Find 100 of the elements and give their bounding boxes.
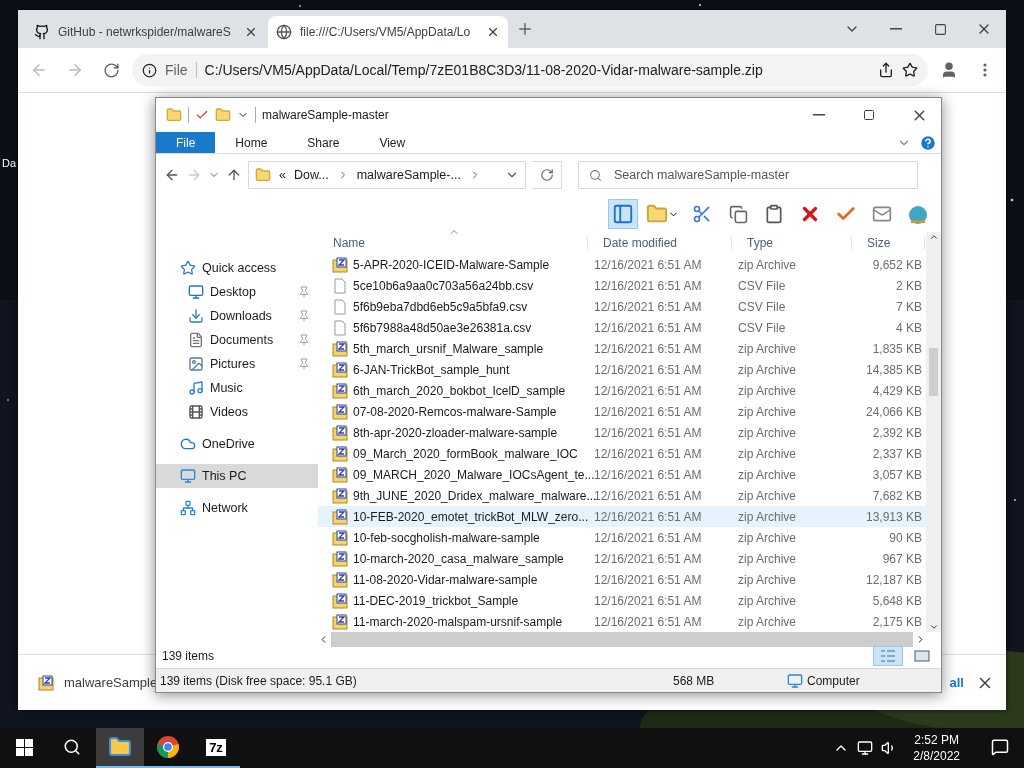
file-name: 5f6b9eba7dbd6eb5c9a5bfa9.csv xyxy=(353,299,528,314)
search-field[interactable]: Search malwareSample-master xyxy=(578,161,918,189)
nav-item[interactable]: This PC xyxy=(156,464,318,488)
file-row[interactable]: 09_MARCH_2020_Malware_IOCsAgent_te...12/16/2021 6:51 AM zip Archive 3,057 KB xyxy=(318,464,926,485)
nav-item[interactable]: Music xyxy=(156,376,318,400)
type-cell-text: zip Archive xyxy=(737,257,798,272)
file-name: 10-feb-socgholish-malware-sample xyxy=(353,530,540,545)
size-cell-text: 2,175 KB xyxy=(871,614,923,629)
file-row[interactable]: 5f6b9eba7dbd6eb5c9a5bfa9.csv 12/16/2021 6:51 AM CSV File 7 KB xyxy=(318,296,926,317)
zip-file-icon xyxy=(332,550,348,567)
column-header[interactable]: Date modified xyxy=(588,236,732,250)
date-cell-text: 12/16/2021 6:51 AM xyxy=(593,404,703,419)
size-cell-text: 2,392 KB xyxy=(871,425,923,440)
file-name: 10-FEB-2020_emotet_trickBot_MLW_zero... xyxy=(353,509,589,524)
minimize-icon xyxy=(813,114,825,116)
file-row[interactable]: 10-FEB-2020_emotet_trickBot_MLW_zero... 12/16/2021 6:51 AM zip Archive 13,913 KB xyxy=(318,506,926,527)
file-row[interactable]: 11-08-2020-Vidar-malware-sample 12/16/2021 6:51 AM zip Archive 12,187 KB xyxy=(318,569,926,590)
file-row[interactable]: 10-march-2020_casa_malware_sample 12/16/2021 6:51 AM zip Archive 967 KB xyxy=(318,548,926,569)
column-header[interactable]: Type xyxy=(732,236,852,250)
network-icon[interactable] xyxy=(857,740,874,756)
download-item-name[interactable]: malwareSample xyxy=(64,675,158,690)
file-row[interactable]: 9th_JUNE_2020_Dridex_malware_malware...12/16/2021 6:51 AM zip Archive 7,682 KB xyxy=(318,485,926,506)
file-row[interactable]: 8th-apr-2020-zloader-malware-sample 12/16/2021 6:51 AM zip Archive 2,392 KB xyxy=(318,422,926,443)
file-row[interactable]: 11-DEC-2019_trickbot_Sample 12/16/2021 6:51 AM zip Archive 5,648 KB xyxy=(318,590,926,611)
help-icon[interactable] xyxy=(919,133,937,152)
size-cell-text: 4,429 KB xyxy=(871,383,923,398)
date-cell-text: 12/16/2021 6:51 AM xyxy=(593,530,703,545)
show-all-link[interactable]: all xyxy=(949,675,964,690)
back-icon[interactable] xyxy=(164,167,180,183)
nav-item[interactable]: Desktop xyxy=(156,280,318,304)
refresh-button[interactable] xyxy=(532,161,562,189)
scissors-icon xyxy=(692,204,712,224)
nav-item[interactable]: OneDrive xyxy=(156,432,318,456)
nav-item[interactable]: Network xyxy=(156,496,318,520)
scrollbar-thumb[interactable] xyxy=(929,348,938,396)
date-cell-text: 12/16/2021 6:51 AM xyxy=(593,425,703,440)
folder-icon xyxy=(166,107,182,123)
ribbon-tab[interactable]: Home xyxy=(215,132,288,153)
close-icon[interactable] xyxy=(486,25,500,39)
zip-file-icon xyxy=(332,466,348,483)
nav-item[interactable]: Downloads xyxy=(156,304,318,328)
address-bar[interactable]: File C:/Users/VM5/AppData/Local/Temp/7zE01B8C3D3/11-08-2020-Vidar-malware-sample.zip xyxy=(132,54,928,86)
star-icon xyxy=(180,260,196,276)
back-icon xyxy=(30,61,48,79)
size-cell-text: 13,913 KB xyxy=(864,509,923,524)
file-row[interactable]: 6th_march_2020_bokbot_IcelD_sample 12/16/2021 6:51 AM zip Archive 4,429 KB xyxy=(318,380,926,401)
column-header[interactable]: Name xyxy=(318,236,588,250)
file-row[interactable]: 5f6b7988a48d50ae3e26381a.csv 12/16/2021 6:51 AM CSV File 4 KB xyxy=(318,317,926,338)
date-cell-text: 12/16/2021 6:51 AM xyxy=(593,299,703,314)
file-row[interactable]: 5th_march_ursnif_Malware_sample 12/16/2021 6:51 AM zip Archive 1,835 KB xyxy=(318,338,926,359)
nav-item[interactable]: Videos xyxy=(156,400,318,424)
file-row[interactable]: 5-APR-2020-ICEID-Malware-Sample 12/16/2021 6:51 AM zip Archive 9,652 KB xyxy=(318,254,926,275)
file-row[interactable]: 6-JAN-TrickBot_sample_hunt 12/16/2021 6:51 AM zip Archive 14,385 KB xyxy=(318,359,926,380)
size-cell-text: 12,187 KB xyxy=(864,572,923,587)
file-icon xyxy=(332,319,348,336)
archiver-button[interactable]: 7z xyxy=(192,728,240,768)
file-name: 11-DEC-2019_trickbot_Sample xyxy=(353,593,519,608)
file-row[interactable]: 07-08-2020-Remcos-malware-Sample 12/16/2021 6:51 AM zip Archive 24,066 KB xyxy=(318,401,926,422)
up-icon[interactable] xyxy=(226,167,242,183)
date-cell-text: 12/16/2021 6:51 AM xyxy=(593,551,703,566)
share-icon[interactable] xyxy=(878,62,894,78)
address-field[interactable]: « Dow... malwareSample-... xyxy=(248,161,526,189)
file-row[interactable]: 09_March_2020_formBook_malware_IOC 12/16/2021 6:51 AM zip Archive 2,337 KB xyxy=(318,443,926,464)
column-header[interactable]: Size xyxy=(852,236,925,250)
file-icon xyxy=(332,298,348,315)
film-icon xyxy=(188,404,204,420)
browser-logo-icon xyxy=(156,735,180,759)
bookmark-icon[interactable] xyxy=(902,62,918,78)
breadcrumb-item[interactable]: malwareSample-... xyxy=(356,168,461,182)
date-cell-text: 12/16/2021 6:51 AM xyxy=(593,614,703,629)
new-folder-icon[interactable] xyxy=(215,107,231,123)
desktop-icon xyxy=(188,284,204,300)
vertical-scrollbar[interactable] xyxy=(926,232,941,632)
status-text: 139 items (Disk free space: 95.1 GB) xyxy=(159,673,358,688)
size-cell-text: 4 KB xyxy=(895,320,923,335)
clock[interactable]: 2:52 PM 2/8/2022 xyxy=(905,732,968,764)
zip-file-icon xyxy=(38,674,54,691)
breadcrumb-item[interactable]: Dow... xyxy=(293,168,329,182)
file-icon xyxy=(332,277,348,294)
file-explorer-button[interactable] xyxy=(96,728,144,768)
nav-item[interactable]: Pictures xyxy=(156,352,318,376)
browser-tab[interactable]: GitHub - netwrkspider/malwareS xyxy=(26,16,266,48)
nav-item[interactable]: Quick access xyxy=(156,256,318,280)
file-row[interactable]: 11-march-2020-malspam-ursnif-sample 12/16/2021 6:51 AM zip Archive 2,175 KB xyxy=(318,611,926,632)
date-cell-text: 12/16/2021 6:51 AM xyxy=(593,341,703,356)
browser-tab[interactable]: file:///C:/Users/VM5/AppData/Lo xyxy=(268,16,508,48)
ribbon-tab[interactable]: File xyxy=(156,132,216,153)
file-name: 5ce10b6a9aa0c703a56a24bb.csv xyxy=(353,278,534,293)
breadcrumb-overflow[interactable]: « xyxy=(279,168,286,182)
close-icon[interactable] xyxy=(244,25,258,39)
ribbon-tab[interactable]: Share xyxy=(287,132,360,153)
plus-icon xyxy=(516,20,534,38)
download-icon xyxy=(188,308,204,324)
clipboard-icon xyxy=(764,204,784,224)
size-cell-text: 3,057 KB xyxy=(871,467,923,482)
nav-item[interactable]: Documents xyxy=(156,328,318,352)
file-row[interactable]: 5ce10b6a9aa0c703a56a24bb.csv 12/16/2021 6:51 AM CSV File 2 KB xyxy=(318,275,926,296)
layout-button[interactable] xyxy=(608,199,638,229)
ribbon-tab[interactable]: View xyxy=(359,132,426,153)
file-row[interactable]: 10-feb-socgholish-malware-sample 12/16/2021 6:51 AM zip Archive 90 KB xyxy=(318,527,926,548)
